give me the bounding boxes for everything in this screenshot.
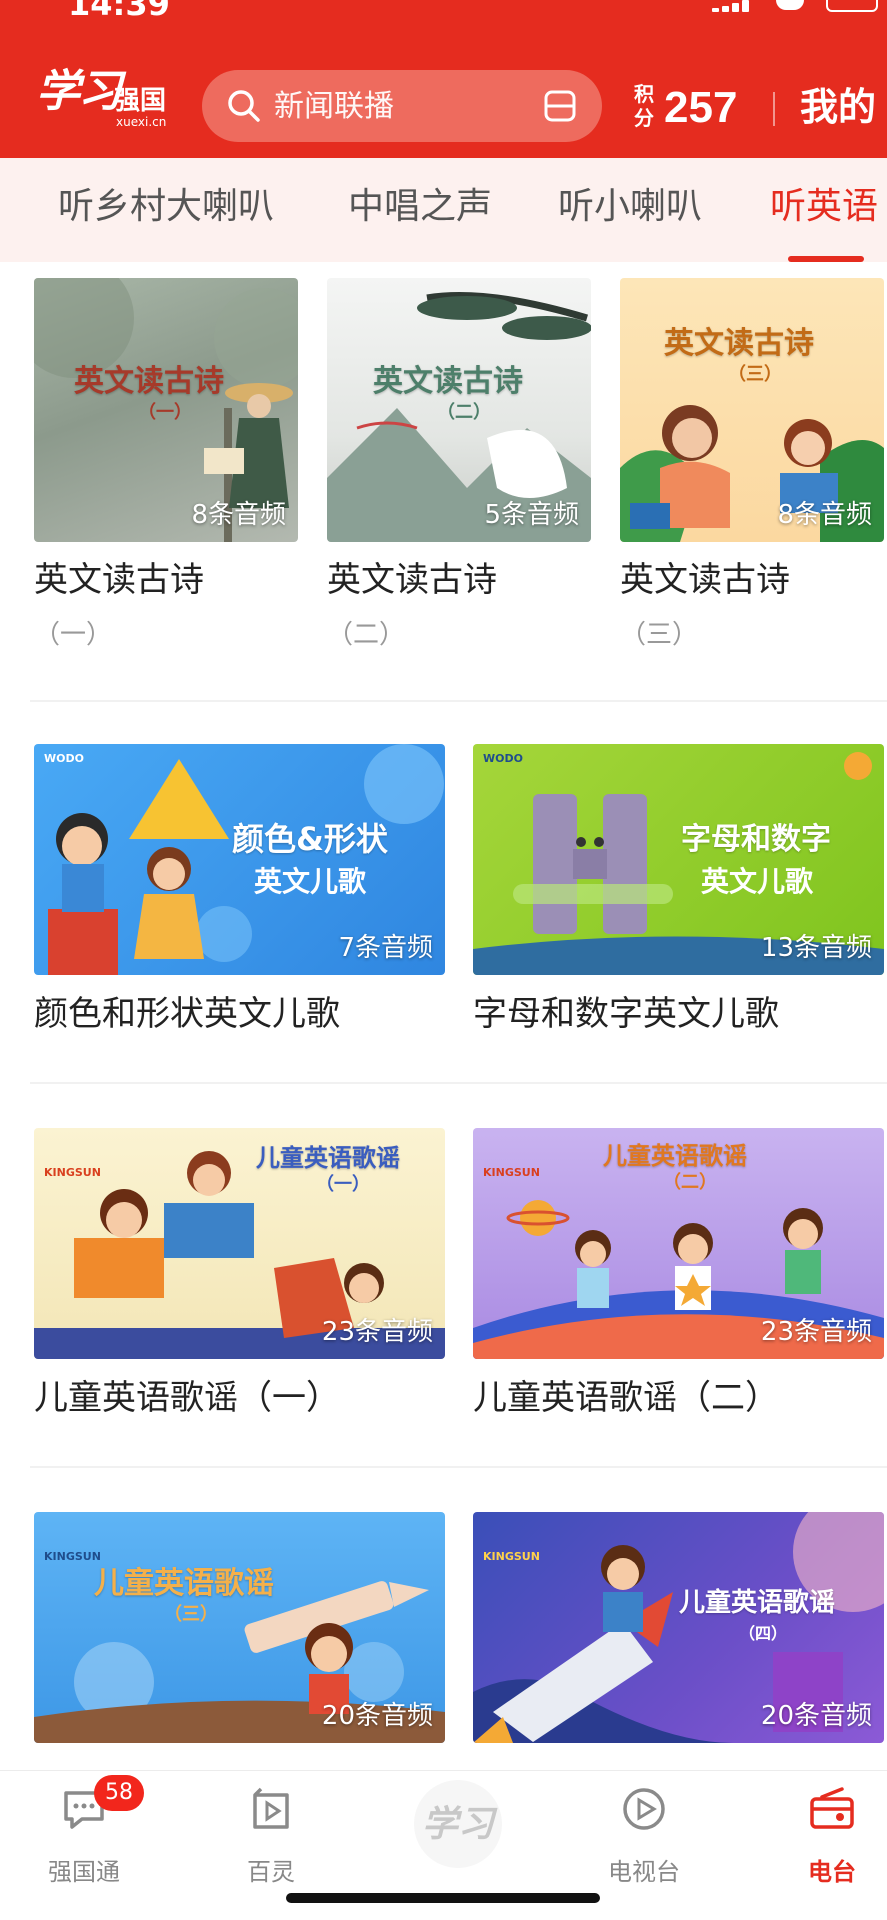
card-subtitle: （二） <box>327 620 406 650</box>
nav-radio[interactable]: 电台 <box>772 1785 887 1895</box>
card-title[interactable]: 英文读古诗 <box>620 558 790 602</box>
signal-icon <box>712 0 756 12</box>
card-subtitle: （一） <box>34 620 113 650</box>
brand-label: WODO <box>483 752 523 765</box>
header-divider <box>773 92 775 126</box>
cover-subtitle: （二） <box>437 402 491 423</box>
battery-icon <box>826 0 878 12</box>
cover-subtitle: （一） <box>138 402 192 423</box>
logo-domain: xuexi.cn <box>116 115 167 129</box>
points-value: 257 <box>664 83 738 132</box>
audio-count: 8条音频 <box>777 500 872 530</box>
wifi-icon <box>776 0 804 10</box>
tab-china-record[interactable]: 中唱之声 <box>348 182 492 232</box>
cover-subtitle: （二） <box>663 1172 717 1193</box>
search-bar[interactable] <box>202 70 602 142</box>
brand-label: KINGSUN <box>44 1550 101 1563</box>
audio-count: 7条音频 <box>338 933 433 963</box>
brand-label: KINGSUN <box>483 1550 540 1563</box>
cover-title: 英文读古诗 <box>373 364 523 399</box>
tab-english[interactable]: 听英语 <box>770 182 878 232</box>
cover-title: 儿童英语歌谣 <box>94 1566 274 1601</box>
album-cover[interactable]: KINGSUN 儿童英语歌谣 （二） 23条音频 <box>473 1128 884 1359</box>
cover-title: 字母和数字 <box>681 822 831 857</box>
card-subtitle: （三） <box>620 620 699 650</box>
section-divider <box>30 700 887 702</box>
search-input[interactable] <box>274 70 524 142</box>
album-cover[interactable]: WODO 字母和数字 英文儿歌 13条音频 <box>473 744 884 975</box>
status-time: 14:39 <box>68 0 170 23</box>
cover-title: 儿童英语歌谣 <box>603 1142 747 1170</box>
scan-icon[interactable] <box>542 88 578 124</box>
nav-label: 强国通 <box>48 1858 120 1886</box>
cover-title: 儿童英语歌谣 <box>256 1144 400 1172</box>
nav-qiangguotong[interactable]: 58 强国通 <box>24 1775 144 1895</box>
card-title[interactable]: 字母和数字英文儿歌 <box>473 992 779 1036</box>
points-label: 积分 <box>634 82 654 130</box>
card-title[interactable]: 英文读古诗 <box>34 558 204 602</box>
play-box-icon <box>253 1787 289 1829</box>
card-title[interactable]: 儿童英语歌谣（二） <box>473 1376 779 1420</box>
home-indicator <box>286 1893 600 1903</box>
audio-count: 5条音频 <box>484 500 579 530</box>
category-tabs: 听乡村大喇叭 中唱之声 听小喇叭 听英语 <box>0 158 887 262</box>
xuexi-logo[interactable]: 学习 强国 xuexi.cn <box>36 66 176 130</box>
card-title[interactable]: 英文读古诗 <box>327 558 497 602</box>
active-tab-indicator <box>788 256 864 262</box>
radio-icon <box>810 1787 854 1829</box>
album-cover[interactable]: KINGSUN 儿童英语歌谣 （一） 23条音频 <box>34 1128 445 1359</box>
cover-subtitle: （四） <box>739 1624 788 1643</box>
nav-label: 电视台 <box>608 1858 680 1886</box>
nav-label: 电台 <box>808 1858 856 1886</box>
album-cover[interactable]: KINGSUN 儿童英语歌谣 （四） 20条音频 <box>473 1512 884 1743</box>
cover-subtitle: （三） <box>728 364 782 385</box>
cover-subtitle: （一） <box>316 1174 370 1195</box>
app-header: 14:39 学习 强国 xuexi.cn 积分 257 我的 <box>0 0 887 158</box>
nav-label: 百灵 <box>247 1858 295 1886</box>
tab-rural-broadcast[interactable]: 听乡村大喇叭 <box>58 182 274 232</box>
logo-text: 强国 <box>114 86 167 116</box>
card-title[interactable]: 儿童英语歌谣（一） <box>34 1376 340 1420</box>
cover-subtitle: 英文儿歌 <box>701 865 814 898</box>
audio-count: 8条音频 <box>191 500 286 530</box>
brand-label: KINGSUN <box>44 1166 101 1179</box>
cover-title: 颜色&形状 <box>232 820 388 858</box>
section-divider <box>30 1466 887 1468</box>
nav-bailing[interactable]: 百灵 <box>211 1785 331 1895</box>
album-cover[interactable]: WODO 颜色&形状 英文儿歌 7条音频 <box>34 744 445 975</box>
cover-subtitle: 英文儿歌 <box>254 865 367 898</box>
tab-little-trumpet[interactable]: 听小喇叭 <box>558 182 702 232</box>
brand-label: WODO <box>44 752 84 765</box>
center-xuexi-logo-button[interactable]: 学习 <box>414 1780 502 1868</box>
nav-tv[interactable]: 电视台 <box>584 1785 704 1895</box>
cover-title: 儿童英语歌谣 <box>679 1588 836 1618</box>
audio-count: 20条音频 <box>321 1701 433 1731</box>
play-circle-icon <box>623 1788 665 1830</box>
status-bar: 14:39 <box>0 0 887 22</box>
album-cover[interactable]: 英文读古诗 （一） 8条音频 <box>34 278 298 542</box>
audio-count: 20条音频 <box>760 1701 872 1731</box>
cover-title: 英文读古诗 <box>664 326 814 361</box>
brand-label: KINGSUN <box>483 1166 540 1179</box>
card-title[interactable]: 颜色和形状英文儿歌 <box>34 992 340 1036</box>
section-divider <box>30 1082 887 1084</box>
cover-subtitle: （三） <box>164 1604 218 1625</box>
album-cover[interactable]: 英文读古诗 （三） 8条音频 <box>620 278 884 542</box>
search-icon <box>228 90 260 122</box>
logo-glyph: 学习 <box>36 66 122 117</box>
audio-count: 23条音频 <box>760 1317 872 1347</box>
audio-count: 23条音频 <box>321 1317 433 1347</box>
unread-badge: 58 <box>94 1775 144 1811</box>
cover-title: 英文读古诗 <box>74 364 224 399</box>
album-cover[interactable]: 英文读古诗 （二） 5条音频 <box>327 278 591 542</box>
audio-count: 13条音频 <box>760 933 872 963</box>
album-cover[interactable]: KINGSUN 儿童英语歌谣 （三） 20条音频 <box>34 1512 445 1743</box>
mine-button[interactable]: 我的 <box>800 82 876 132</box>
